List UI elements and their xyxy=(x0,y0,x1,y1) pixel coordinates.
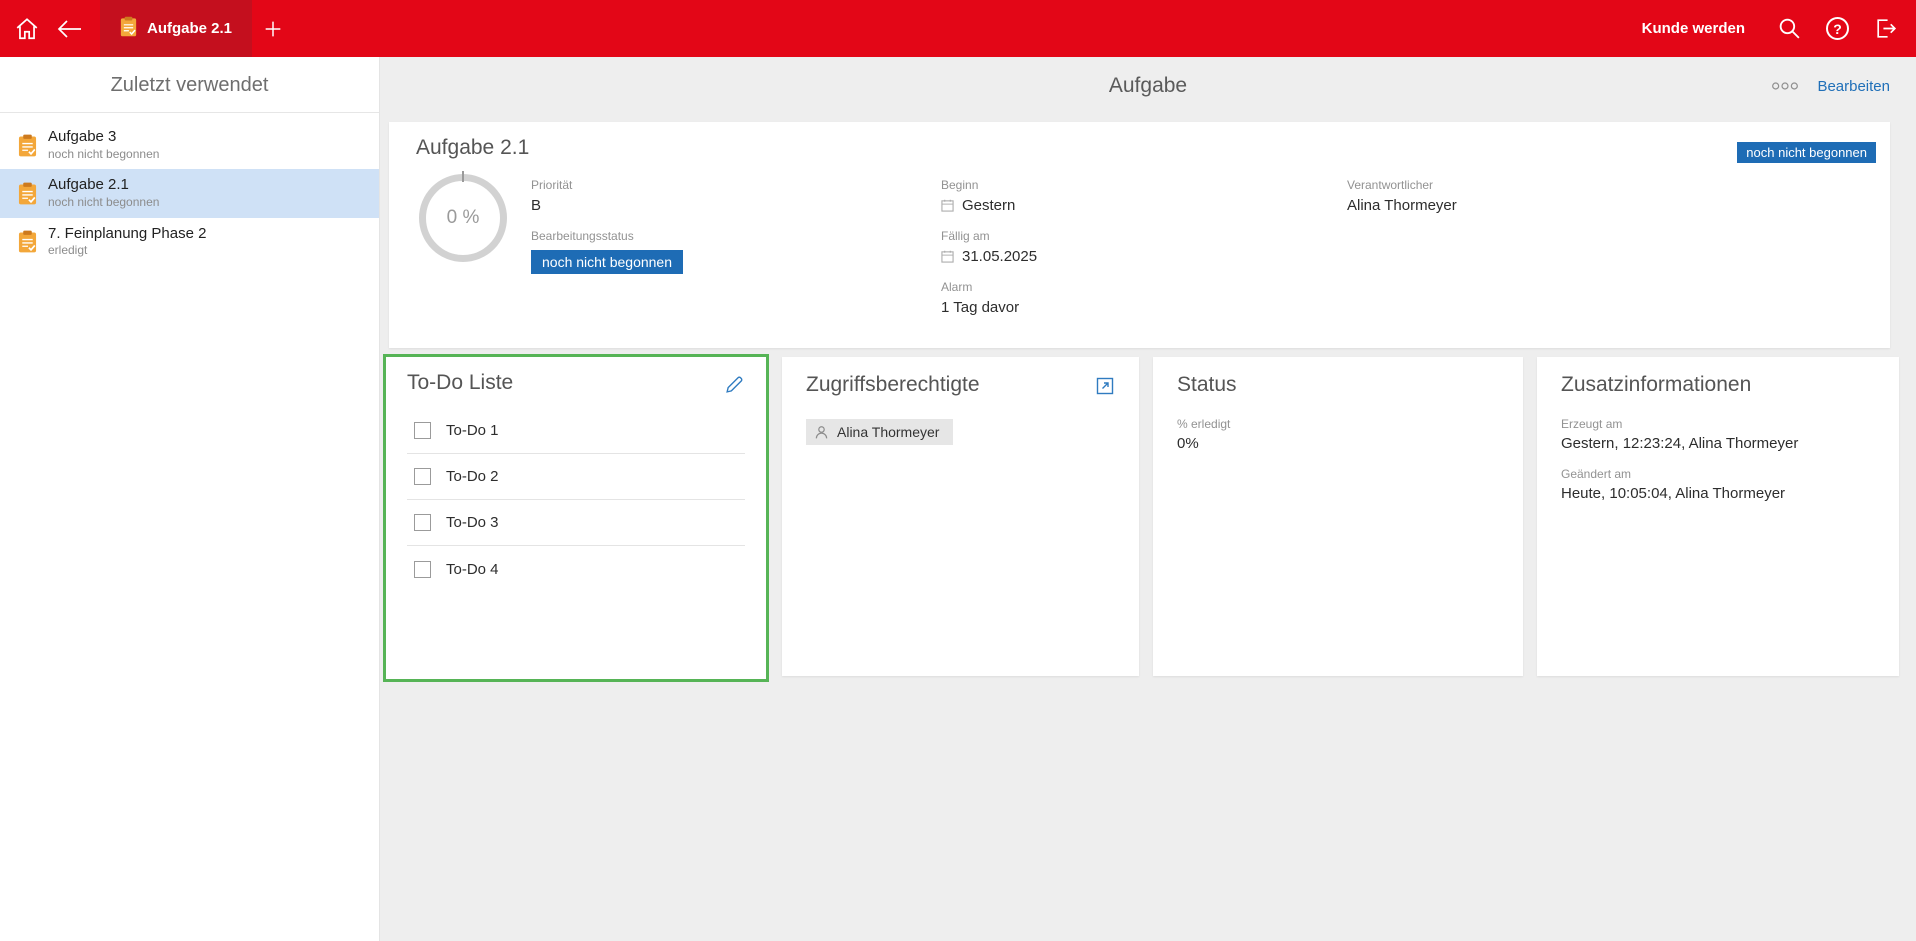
sidebar: Zuletzt verwendet Aufgabe 3 noch nicht b… xyxy=(0,57,380,941)
recent-items-list: Aufgabe 3 noch nicht begonnen Aufgabe 2.… xyxy=(0,113,379,266)
todo-row: To-Do 2 xyxy=(407,454,745,500)
info-card-title: Zusatzinformationen xyxy=(1561,373,1751,397)
modified-label: Geändert am xyxy=(1561,467,1875,481)
task-title: Aufgabe 2.1 xyxy=(416,136,529,160)
new-tab-icon[interactable] xyxy=(252,0,294,57)
todo-checkbox[interactable] xyxy=(414,468,431,485)
help-icon[interactable]: ? xyxy=(1826,17,1849,40)
sidebar-item-title: Aufgabe 3 xyxy=(48,128,159,147)
todo-row: To-Do 4 xyxy=(407,546,745,592)
topbar-right: Kunde werden ? xyxy=(1642,0,1916,57)
priority-column: Priorität B Bearbeitungsstatus noch nich… xyxy=(531,178,683,274)
todo-label: To-Do 4 xyxy=(446,561,499,578)
more-options-icon[interactable] xyxy=(1771,81,1799,91)
todo-row: To-Do 1 xyxy=(407,408,745,454)
calendar-icon xyxy=(941,199,954,212)
sidebar-item-title: Aufgabe 2.1 xyxy=(48,176,159,195)
open-window-icon[interactable] xyxy=(1095,373,1115,396)
progress-ring: 0 % xyxy=(419,174,507,262)
calendar-icon xyxy=(941,250,954,263)
main-header: Aufgabe Bearbeiten xyxy=(380,57,1916,115)
edit-pencil-icon[interactable] xyxy=(723,371,745,396)
tab-aufgabe[interactable]: Aufgabe 2.1 xyxy=(100,0,252,57)
status-card: Status % erledigt 0% xyxy=(1153,357,1523,676)
sidebar-item-subtitle: noch nicht begonnen xyxy=(48,147,159,163)
tab-label: Aufgabe 2.1 xyxy=(147,20,232,37)
modified-value: Heute, 10:05:04, Alina Thormeyer xyxy=(1561,485,1875,502)
beginn-label: Beginn xyxy=(941,178,1037,192)
todo-label: To-Do 2 xyxy=(446,468,499,485)
erledigt-label: % erledigt xyxy=(1177,417,1499,431)
sidebar-item-aufgabe-3[interactable]: Aufgabe 3 noch nicht begonnen xyxy=(0,121,379,169)
sidebar-item-feinplanung[interactable]: 7. Feinplanung Phase 2 erledigt xyxy=(0,218,379,266)
verantwortlicher-label: Verantwortlicher xyxy=(1347,178,1457,192)
info-card: Zusatzinformationen Erzeugt am Gestern, … xyxy=(1537,357,1899,676)
dates-column: Beginn Gestern Fällig am 31.05.2025 Alar… xyxy=(941,178,1037,316)
status-badge: noch nicht begonnen xyxy=(531,250,683,274)
created-label: Erzeugt am xyxy=(1561,417,1875,431)
alarm-value: 1 Tag davor xyxy=(941,299,1037,316)
faellig-value: 31.05.2025 xyxy=(962,248,1037,265)
todo-list: To-Do 1 To-Do 2 To-Do 3 To-Do 4 xyxy=(407,408,745,592)
search-icon[interactable] xyxy=(1777,0,1802,57)
member-name: Alina Thormeyer xyxy=(837,424,939,440)
beginn-value: Gestern xyxy=(962,197,1015,214)
erledigt-value: 0% xyxy=(1177,435,1499,452)
responsible-column: Verantwortlicher Alina Thormeyer xyxy=(1347,178,1457,214)
prioritaet-label: Priorität xyxy=(531,178,683,192)
todo-label: To-Do 1 xyxy=(446,422,499,439)
status-card-title: Status xyxy=(1177,373,1237,397)
sidebar-title: Zuletzt verwendet xyxy=(0,57,379,112)
faellig-label: Fällig am xyxy=(941,229,1037,243)
member-chip[interactable]: Alina Thormeyer xyxy=(806,419,953,445)
todo-card-title: To-Do Liste xyxy=(407,371,513,395)
task-icon xyxy=(18,134,37,157)
prioritaet-value: B xyxy=(531,197,683,214)
person-icon xyxy=(814,425,829,440)
status-badge-top: noch nicht begonnen xyxy=(1737,142,1876,163)
sidebar-item-subtitle: erledigt xyxy=(48,243,206,259)
sidebar-item-title: 7. Feinplanung Phase 2 xyxy=(48,225,206,244)
task-summary-card: Aufgabe 2.1 0 % Priorität B Bearbeitungs… xyxy=(389,122,1890,348)
todo-row: To-Do 3 xyxy=(407,500,745,546)
todo-checkbox[interactable] xyxy=(414,422,431,439)
page-title: Aufgabe xyxy=(380,57,1916,115)
task-icon xyxy=(18,230,37,253)
kunde-werden-link[interactable]: Kunde werden xyxy=(1642,20,1745,37)
sidebar-item-subtitle: noch nicht begonnen xyxy=(48,195,159,211)
created-value: Gestern, 12:23:24, Alina Thormeyer xyxy=(1561,435,1875,452)
access-card: Zugriffsberechtigte Alina Thormeyer xyxy=(782,357,1139,676)
access-card-title: Zugriffsberechtigte xyxy=(806,373,980,397)
back-icon[interactable] xyxy=(48,0,90,57)
todo-checkbox[interactable] xyxy=(414,561,431,578)
logout-icon[interactable] xyxy=(1873,0,1898,57)
alarm-label: Alarm xyxy=(941,280,1037,294)
sidebar-item-aufgabe-2-1[interactable]: Aufgabe 2.1 noch nicht begonnen xyxy=(0,169,379,217)
edit-link[interactable]: Bearbeiten xyxy=(1817,78,1890,95)
verantwortlicher-value: Alina Thormeyer xyxy=(1347,197,1457,214)
todo-label: To-Do 3 xyxy=(446,514,499,531)
bearbeitungsstatus-label: Bearbeitungsstatus xyxy=(531,229,683,243)
todo-checkbox[interactable] xyxy=(414,514,431,531)
task-icon xyxy=(18,182,37,205)
task-icon xyxy=(120,16,137,42)
topbar: Aufgabe 2.1 Kunde werden ? xyxy=(0,0,1916,57)
progress-value: 0 % xyxy=(447,207,480,229)
home-icon[interactable] xyxy=(6,0,48,57)
todo-card: To-Do Liste To-Do 1 To-Do 2 To-Do 3 To-D… xyxy=(383,354,769,682)
